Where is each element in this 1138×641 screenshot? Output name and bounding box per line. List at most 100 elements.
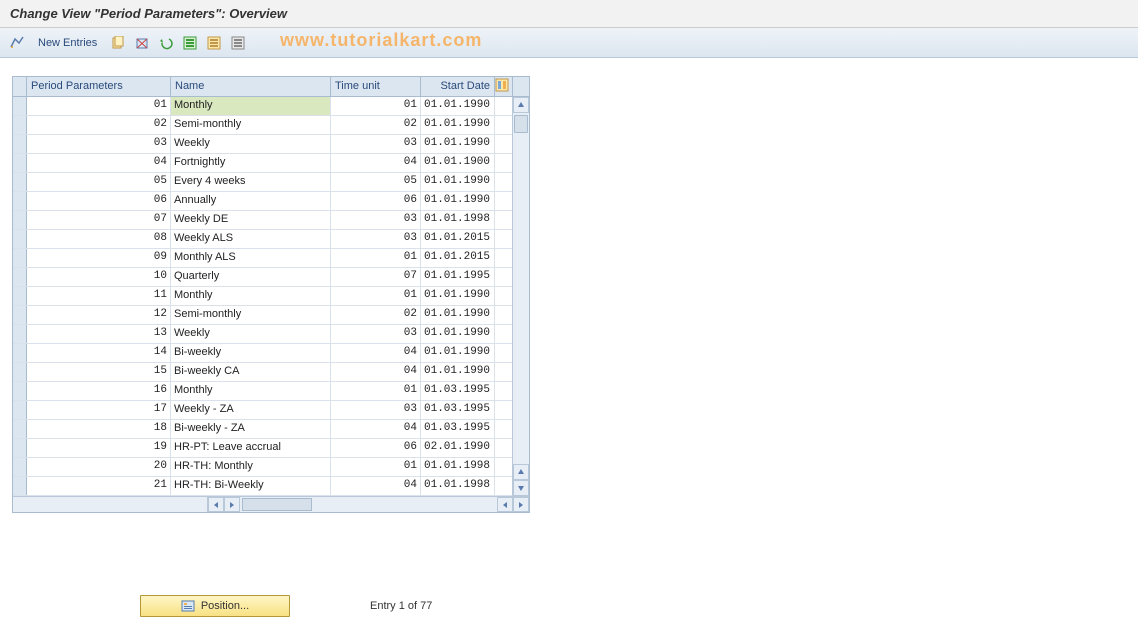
row-selector[interactable] bbox=[13, 116, 27, 134]
cell-time-unit[interactable]: 01 bbox=[331, 97, 421, 115]
cell-start-date[interactable]: 01.03.1995 bbox=[421, 401, 495, 419]
cell-start-date[interactable]: 01.03.1995 bbox=[421, 420, 495, 438]
cell-period-param[interactable]: 20 bbox=[27, 458, 171, 476]
cell-name[interactable]: Monthly bbox=[171, 287, 331, 305]
cell-start-date[interactable]: 01.01.1998 bbox=[421, 477, 495, 495]
scroll-down-icon[interactable] bbox=[513, 480, 529, 496]
row-selector[interactable] bbox=[13, 420, 27, 438]
header-configure-icon[interactable] bbox=[495, 77, 513, 96]
cell-name[interactable]: Bi-weekly bbox=[171, 344, 331, 362]
row-selector[interactable] bbox=[13, 249, 27, 267]
table-row[interactable]: 07Weekly DE0301.01.1998 bbox=[13, 211, 529, 230]
table-row[interactable]: 04Fortnightly0401.01.1900 bbox=[13, 154, 529, 173]
cell-start-date[interactable]: 01.01.1990 bbox=[421, 97, 495, 115]
row-selector[interactable] bbox=[13, 268, 27, 286]
row-selector[interactable] bbox=[13, 230, 27, 248]
table-row[interactable]: 21HR-TH: Bi-Weekly0401.01.1998 bbox=[13, 477, 529, 496]
header-period-parameters[interactable]: Period Parameters bbox=[27, 77, 171, 96]
cell-period-param[interactable]: 11 bbox=[27, 287, 171, 305]
hscroll-right2-icon[interactable] bbox=[513, 497, 529, 512]
select-all-icon[interactable] bbox=[181, 34, 199, 52]
scroll-thumb[interactable] bbox=[514, 115, 528, 133]
cell-period-param[interactable]: 14 bbox=[27, 344, 171, 362]
cell-name[interactable]: Weekly bbox=[171, 325, 331, 343]
cell-start-date[interactable]: 01.01.1990 bbox=[421, 325, 495, 343]
table-row[interactable]: 12Semi-monthly0201.01.1990 bbox=[13, 306, 529, 325]
table-row[interactable]: 15Bi-weekly CA0401.01.1990 bbox=[13, 363, 529, 382]
copy-icon[interactable] bbox=[109, 34, 127, 52]
cell-period-param[interactable]: 04 bbox=[27, 154, 171, 172]
cell-period-param[interactable]: 02 bbox=[27, 116, 171, 134]
cell-period-param[interactable]: 21 bbox=[27, 477, 171, 495]
cell-period-param[interactable]: 09 bbox=[27, 249, 171, 267]
cell-time-unit[interactable]: 04 bbox=[331, 154, 421, 172]
row-selector[interactable] bbox=[13, 287, 27, 305]
cell-period-param[interactable]: 19 bbox=[27, 439, 171, 457]
deselect-all-icon[interactable] bbox=[229, 34, 247, 52]
table-row[interactable]: 09Monthly ALS0101.01.2015 bbox=[13, 249, 529, 268]
row-selector[interactable] bbox=[13, 382, 27, 400]
cell-start-date[interactable]: 01.01.1990 bbox=[421, 306, 495, 324]
cell-period-param[interactable]: 08 bbox=[27, 230, 171, 248]
header-time-unit[interactable]: Time unit bbox=[331, 77, 421, 96]
cell-time-unit[interactable]: 03 bbox=[331, 211, 421, 229]
header-start-date[interactable]: Start Date bbox=[421, 77, 495, 96]
position-button[interactable]: Position... bbox=[140, 595, 290, 617]
table-row[interactable]: 08Weekly ALS0301.01.2015 bbox=[13, 230, 529, 249]
cell-start-date[interactable]: 01.01.1995 bbox=[421, 268, 495, 286]
row-selector[interactable] bbox=[13, 477, 27, 495]
table-row[interactable]: 03Weekly0301.01.1990 bbox=[13, 135, 529, 154]
cell-time-unit[interactable]: 01 bbox=[331, 287, 421, 305]
cell-name[interactable]: Weekly DE bbox=[171, 211, 331, 229]
cell-name[interactable]: Weekly - ZA bbox=[171, 401, 331, 419]
row-selector[interactable] bbox=[13, 363, 27, 381]
cell-time-unit[interactable]: 03 bbox=[331, 135, 421, 153]
table-row[interactable]: 17Weekly - ZA0301.03.1995 bbox=[13, 401, 529, 420]
cell-name[interactable]: Weekly bbox=[171, 135, 331, 153]
cell-time-unit[interactable]: 05 bbox=[331, 173, 421, 191]
cell-period-param[interactable]: 06 bbox=[27, 192, 171, 210]
horizontal-scrollbar[interactable] bbox=[13, 496, 529, 512]
scroll-up-icon[interactable] bbox=[513, 97, 529, 113]
cell-start-date[interactable]: 01.01.1990 bbox=[421, 192, 495, 210]
cell-start-date[interactable]: 01.01.1990 bbox=[421, 173, 495, 191]
cell-name[interactable]: Weekly ALS bbox=[171, 230, 331, 248]
cell-start-date[interactable]: 01.01.1998 bbox=[421, 458, 495, 476]
table-row[interactable]: 18Bi-weekly - ZA0401.03.1995 bbox=[13, 420, 529, 439]
cell-start-date[interactable]: 01.01.2015 bbox=[421, 230, 495, 248]
row-selector[interactable] bbox=[13, 97, 27, 115]
table-row[interactable]: 10Quarterly0701.01.1995 bbox=[13, 268, 529, 287]
row-selector[interactable] bbox=[13, 401, 27, 419]
cell-name[interactable]: Bi-weekly - ZA bbox=[171, 420, 331, 438]
table-row[interactable]: 11Monthly0101.01.1990 bbox=[13, 287, 529, 306]
hscroll-right-icon[interactable] bbox=[224, 497, 240, 512]
cell-period-param[interactable]: 18 bbox=[27, 420, 171, 438]
cell-name[interactable]: HR-TH: Monthly bbox=[171, 458, 331, 476]
cell-period-param[interactable]: 10 bbox=[27, 268, 171, 286]
table-row[interactable]: 20HR-TH: Monthly0101.01.1998 bbox=[13, 458, 529, 477]
table-row[interactable]: 05Every 4 weeks0501.01.1990 bbox=[13, 173, 529, 192]
cell-start-date[interactable]: 01.01.1900 bbox=[421, 154, 495, 172]
table-row[interactable]: 16Monthly0101.03.1995 bbox=[13, 382, 529, 401]
row-selector[interactable] bbox=[13, 211, 27, 229]
cell-name[interactable]: Fortnightly bbox=[171, 154, 331, 172]
header-name[interactable]: Name bbox=[171, 77, 331, 96]
cell-start-date[interactable]: 01.01.2015 bbox=[421, 249, 495, 267]
cell-time-unit[interactable]: 04 bbox=[331, 420, 421, 438]
cell-time-unit[interactable]: 02 bbox=[331, 306, 421, 324]
cell-name[interactable]: Annually bbox=[171, 192, 331, 210]
cell-time-unit[interactable]: 01 bbox=[331, 382, 421, 400]
cell-period-param[interactable]: 17 bbox=[27, 401, 171, 419]
cell-name[interactable]: Monthly bbox=[171, 382, 331, 400]
cell-time-unit[interactable]: 07 bbox=[331, 268, 421, 286]
cell-time-unit[interactable]: 04 bbox=[331, 477, 421, 495]
cell-time-unit[interactable]: 03 bbox=[331, 401, 421, 419]
cell-start-date[interactable]: 01.01.1990 bbox=[421, 135, 495, 153]
cell-start-date[interactable]: 01.01.1998 bbox=[421, 211, 495, 229]
undo-icon[interactable] bbox=[157, 34, 175, 52]
toggle-display-icon[interactable] bbox=[8, 34, 26, 52]
cell-time-unit[interactable]: 06 bbox=[331, 192, 421, 210]
cell-name[interactable]: HR-PT: Leave accrual bbox=[171, 439, 331, 457]
select-block-icon[interactable] bbox=[205, 34, 223, 52]
delete-icon[interactable] bbox=[133, 34, 151, 52]
